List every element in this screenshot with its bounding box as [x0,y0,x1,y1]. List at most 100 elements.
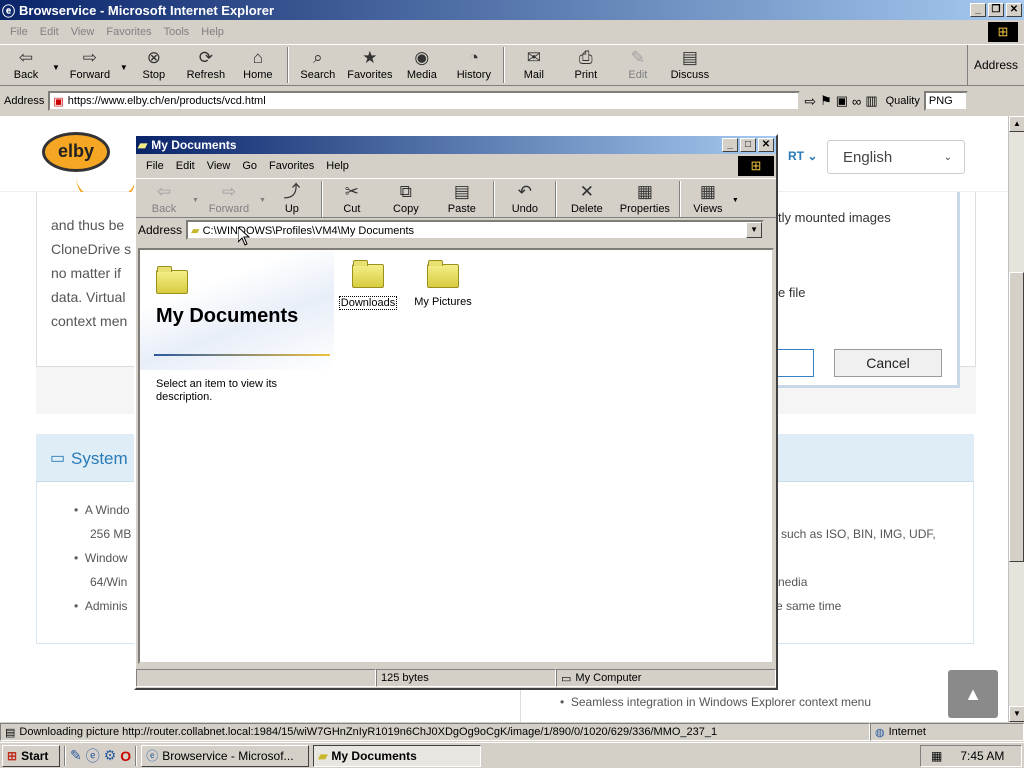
restore-button[interactable]: ❐ [988,3,1004,17]
address-toggle-label[interactable]: Address [966,45,1024,85]
history-button[interactable]: ◔ History [448,47,500,81]
stop-button[interactable]: ⊗ Stop [128,47,180,81]
ex-menu-favorites[interactable]: Favorites [263,160,320,172]
menu-view[interactable]: View [65,26,101,38]
home-button[interactable]: ⌂ Home [232,47,284,81]
ie-toolbar: ⇦ Back ▼ ⇨ Forward ▼ ⊗ Stop ⟳ Refresh ⌂ Home … [0,44,1024,86]
undo-icon: ↶ [517,182,532,201]
task-browservice[interactable]: ⓔ Browservice - Microsof... [141,744,310,767]
scroll-down-icon[interactable]: ▼ [1009,706,1024,722]
forward-button[interactable]: ⇨ Forward [60,47,120,81]
menu-file[interactable]: File [4,26,34,38]
clock[interactable]: 7:45 AM [960,749,1004,763]
ie-address-bar: Address ▣ https://www.elby.ch/en/product… [0,89,1024,113]
ex-menu-edit[interactable]: Edit [170,160,201,172]
explorer-minimize-button[interactable]: _ [722,138,738,152]
toolbar-separator [320,181,323,217]
ie-quicklaunch-icon[interactable]: ⓔ [86,746,100,766]
ex-menu-go[interactable]: Go [236,160,263,172]
menu-help[interactable]: Help [195,26,230,38]
close-button[interactable]: ✕ [1006,3,1022,17]
system-heading: System [71,449,128,468]
ex-forward-button[interactable]: ⇨ Forward [199,181,259,215]
clipboard-icon[interactable]: ▥ [865,93,877,109]
support-menu-fragment[interactable]: RT ⌄ [788,149,817,163]
mail-button[interactable]: ✉ Mail [508,47,560,81]
body-line: CloneDrive s [51,241,132,257]
edit-button[interactable]: ✎ Edit [612,47,664,81]
favorites-button[interactable]: ★ Favorites [344,47,396,81]
image-icon[interactable]: ▣ [836,93,848,109]
views-dropdown-icon[interactable]: ▼ [732,197,739,204]
ex-back-button[interactable]: ⇦ Back [136,181,192,215]
refresh-button[interactable]: ⟳ Refresh [180,47,232,81]
toolbar-separator [492,181,495,217]
cut-button[interactable]: ✂ Cut [326,181,378,215]
media-button[interactable]: ◉ Media [396,47,448,81]
discuss-button[interactable]: ▤ Discuss [664,47,716,81]
elby-logo[interactable]: elby [42,132,110,172]
properties-button[interactable]: ▦ Properties [614,181,676,215]
ex-forward-dropdown-icon[interactable]: ▼ [259,197,266,204]
ex-menu-help[interactable]: Help [320,160,355,172]
paste-button[interactable]: ▤ Paste [434,181,490,215]
undo-button[interactable]: ↶ Undo [498,181,552,215]
minimize-button[interactable]: _ [970,3,986,17]
print-button[interactable]: ⎙ Print [560,47,612,81]
search-button[interactable]: ⌕ Search [292,47,344,81]
task-my-documents[interactable]: ▰ My Documents [313,744,482,767]
panel-folder-icon [156,266,188,294]
go-arrow-icon[interactable]: ⇨ [804,93,816,110]
back-dropdown-icon[interactable]: ▼ [52,63,60,72]
ex-menu-file[interactable]: File [140,160,170,172]
folder-item-my-pictures[interactable]: My Pictures [408,256,478,308]
folder-item-downloads[interactable]: Downloads [338,256,398,310]
explorer-content: My Documents Select an item to view its … [138,248,774,664]
ex-address-label: Address [138,223,183,237]
views-button[interactable]: ▦ Views [684,181,732,215]
bookmark-icon[interactable]: ⚑ [820,93,832,109]
url-field[interactable]: ▣ https://www.elby.ch/en/products/vcd.ht… [48,91,801,111]
copy-icon: ⧉ [399,182,412,201]
back-arrow-icon: ⇦ [156,182,172,201]
ex-path-field[interactable]: ▰ C:\WINDOWS\Profiles\VM4\My Documents ▼ [186,220,765,240]
language-select[interactable]: English ⌄ [827,140,965,174]
toolbar-separator [286,47,289,83]
path-dropdown-icon[interactable]: ▼ [746,222,763,238]
delete-x-icon: ✕ [579,182,594,201]
start-button[interactable]: ⊞ Start [2,744,60,767]
requirement-item: 64/Win [90,575,128,589]
menu-tools[interactable]: Tools [158,26,196,38]
home-icon: ⌂ [252,48,263,67]
opera-icon[interactable]: O [120,748,131,764]
menu-favorites[interactable]: Favorites [100,26,157,38]
scroll-to-top-button[interactable]: ▲ [948,670,998,718]
copy-button[interactable]: ⧉ Copy [378,181,434,215]
delete-button[interactable]: ✕ Delete [560,181,614,215]
tray-icon[interactable]: ▦ [931,749,942,763]
dialog-ok-button[interactable] [776,349,814,377]
cancel-button[interactable]: Cancel [834,349,942,377]
binoculars-icon[interactable]: ∞ [852,94,861,109]
forward-dropdown-icon[interactable]: ▼ [120,63,128,72]
back-button[interactable]: ⇦ Back [0,47,52,81]
up-button[interactable]: ⤴ Up [266,181,318,215]
ie-title-bar: ⓔ Browservice - Microsoft Internet Explo… [0,0,1024,20]
scroll-thumb[interactable] [1009,272,1024,562]
ex-back-dropdown-icon[interactable]: ▼ [192,197,199,204]
up-folder-icon: ⤴ [283,182,301,201]
ex-menu-view[interactable]: View [201,160,237,172]
scroll-up-icon[interactable]: ▲ [1009,116,1024,132]
mouse-cursor-icon [238,227,250,246]
explorer-close-button[interactable]: ✕ [758,138,774,152]
ex-path-text: C:\WINDOWS\Profiles\VM4\My Documents [202,224,415,237]
network-icon[interactable]: ⚙ [104,747,117,764]
show-desktop-icon[interactable]: ✎ [70,747,82,764]
ie-scrollbar[interactable]: ▲ ▼ [1008,116,1024,722]
panel-title: My Documents [156,305,299,327]
body-line: context men [51,313,128,329]
explorer-maximize-button[interactable]: □ [740,138,756,152]
quality-select[interactable]: PNG [923,91,968,111]
menu-edit[interactable]: Edit [34,26,65,38]
print-icon: ⎙ [579,48,593,67]
